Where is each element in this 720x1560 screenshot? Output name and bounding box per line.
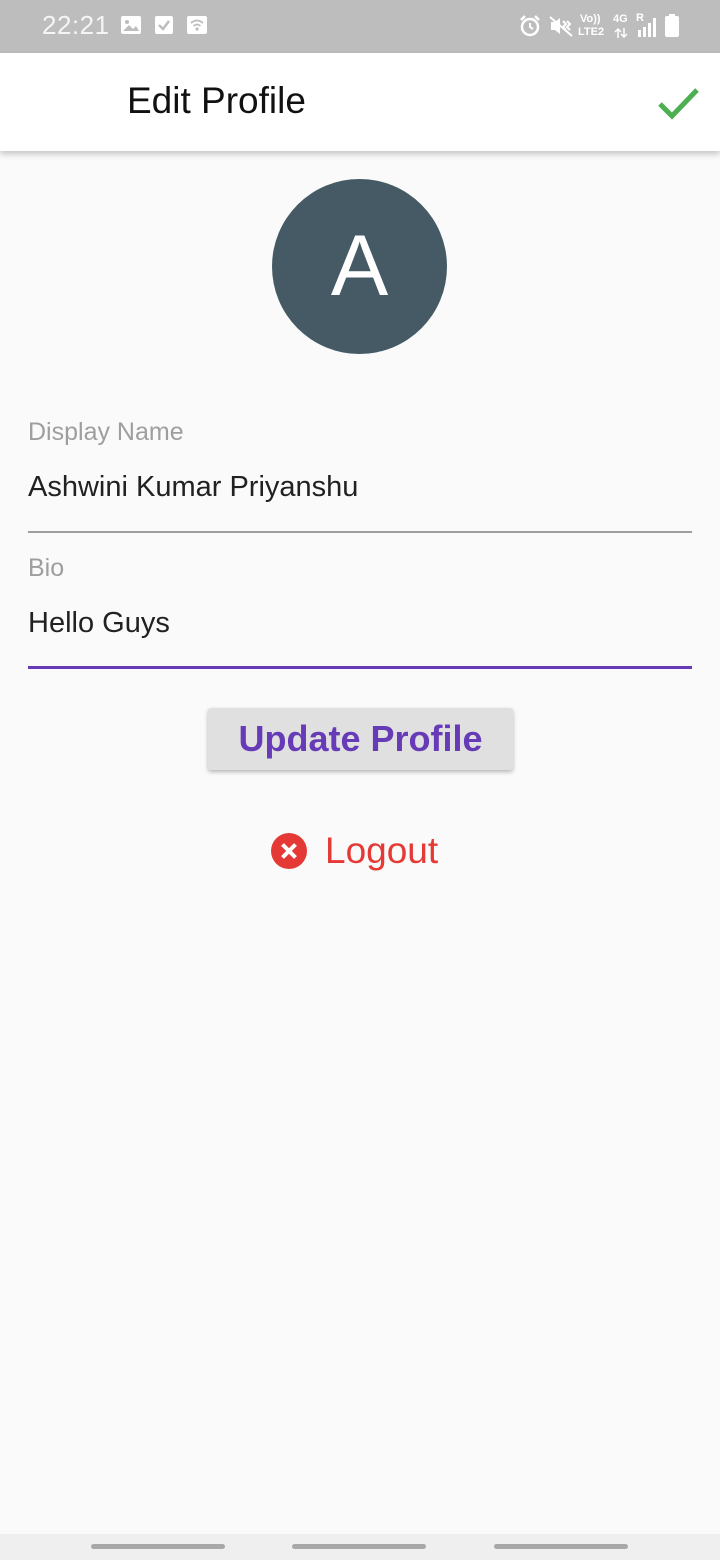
navigation-bar (0, 1534, 720, 1560)
wifi-icon (187, 16, 207, 34)
vibrate-icon (549, 16, 573, 37)
update-profile-button[interactable]: Update Profile (208, 708, 513, 770)
logout-label: Logout (325, 830, 439, 871)
battery-icon (665, 14, 679, 37)
network-vo-label: Vo)) (580, 13, 601, 25)
nav-back-button[interactable] (494, 1544, 628, 1549)
avatar-initial: A (330, 218, 389, 314)
nav-recents-button[interactable] (91, 1544, 225, 1549)
app-bar: Edit Profile (0, 53, 720, 151)
nav-home-button[interactable] (292, 1544, 426, 1549)
network-4g-label: 4G (613, 13, 628, 25)
avatar[interactable]: A (272, 179, 447, 354)
checkbox-icon (155, 16, 173, 34)
data-arrows-icon (614, 27, 628, 39)
display-name-label: Display Name (28, 418, 184, 446)
image-icon (121, 16, 141, 34)
check-icon (658, 88, 699, 120)
status-time: 22:21 (42, 10, 110, 40)
display-name-field[interactable]: Display Name (28, 415, 692, 535)
bio-underline (28, 666, 692, 669)
display-name-input[interactable] (28, 471, 692, 504)
status-bar: 22:21 Vo)) LTE2 4G R (0, 0, 720, 53)
display-name-underline (28, 531, 692, 533)
bio-input[interactable] (28, 607, 692, 640)
bio-field[interactable]: Bio (28, 551, 692, 671)
network-lte-label: LTE2 (578, 26, 605, 38)
cancel-circle-icon (271, 833, 307, 869)
signal-icon (638, 18, 656, 37)
save-check-button[interactable] (652, 77, 704, 129)
page-title: Edit Profile (127, 80, 306, 121)
update-profile-label: Update Profile (238, 718, 483, 759)
logout-button[interactable]: Logout (270, 826, 460, 876)
alarm-icon (520, 15, 540, 37)
bio-label: Bio (28, 554, 65, 582)
